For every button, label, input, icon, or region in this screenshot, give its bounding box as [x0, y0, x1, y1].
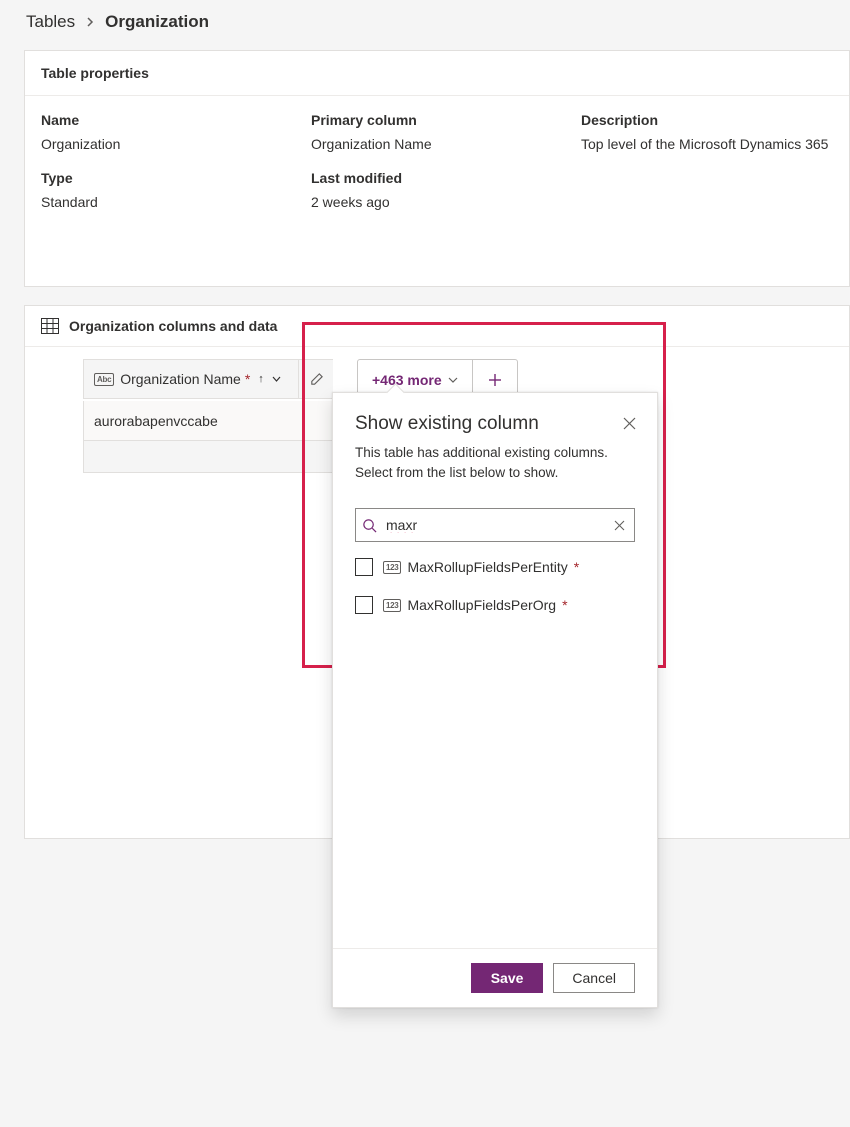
search-icon — [362, 518, 378, 533]
cancel-button[interactable]: Cancel — [553, 963, 635, 993]
breadcrumb: Tables Organization — [0, 0, 850, 44]
prop-modified-value: 2 weeks ago — [311, 194, 581, 210]
prop-primary-value: Organization Name — [311, 136, 581, 152]
checkbox[interactable] — [355, 558, 373, 576]
sort-ascending-icon: ↑ — [258, 373, 264, 385]
search-input-container[interactable] — [355, 508, 635, 542]
edit-column-button[interactable] — [299, 359, 333, 399]
popover-title: Show existing column — [355, 413, 635, 435]
prop-name-value: Organization — [41, 136, 311, 152]
option-label: MaxRollupFieldsPerOrg — [407, 597, 556, 613]
prop-type-value: Standard — [41, 194, 311, 210]
prop-type-label: Type — [41, 170, 311, 186]
table-grid-icon — [41, 318, 59, 334]
table-properties-header: Table properties — [25, 51, 849, 96]
table-row[interactable]: aurorabapenvccabe — [83, 401, 333, 441]
breadcrumb-root-link[interactable]: Tables — [26, 12, 75, 32]
prop-description-value: Top level of the Microsoft Dynamics 365 … — [581, 136, 833, 152]
column-header-label: Organization Name — [120, 371, 241, 387]
text-type-icon: Abc — [94, 373, 114, 386]
more-columns-label: +463 more — [372, 372, 442, 388]
column-option-maxrollupfieldsperorg[interactable]: 123 MaxRollupFieldsPerOrg * — [333, 586, 657, 624]
columns-data-header: Organization columns and data — [69, 318, 277, 334]
breadcrumb-current: Organization — [105, 12, 209, 32]
close-button[interactable] — [617, 411, 641, 435]
chevron-right-icon — [85, 16, 95, 30]
clear-search-button[interactable] — [610, 520, 628, 531]
chevron-down-icon[interactable] — [272, 374, 281, 384]
required-asterisk: * — [574, 559, 579, 575]
column-header-organization-name[interactable]: Abc Organization Name * ↑ — [83, 359, 299, 399]
popover-subtitle: This table has additional existing colum… — [355, 443, 635, 482]
prop-primary-label: Primary column — [311, 112, 581, 128]
prop-modified-label: Last modified — [311, 170, 581, 186]
prop-description-label: Description — [581, 112, 833, 128]
save-button[interactable]: Save — [471, 963, 544, 993]
column-option-maxrollupfieldsperentity[interactable]: 123 MaxRollupFieldsPerEntity * — [333, 548, 657, 586]
table-properties-panel: Table properties Name Organization Type … — [24, 50, 850, 287]
required-asterisk: * — [562, 597, 567, 613]
number-type-icon: 123 — [383, 599, 401, 612]
required-asterisk: * — [245, 371, 250, 387]
chevron-down-icon — [448, 375, 458, 386]
show-existing-column-popover: Show existing column This table has addi… — [332, 392, 658, 1008]
checkbox[interactable] — [355, 596, 373, 614]
search-input[interactable] — [384, 516, 604, 534]
number-type-icon: 123 — [383, 561, 401, 574]
table-row-empty[interactable] — [83, 441, 333, 473]
prop-name-label: Name — [41, 112, 311, 128]
cell-organization-name: aurorabapenvccabe — [94, 413, 218, 429]
option-label: MaxRollupFieldsPerEntity — [407, 559, 567, 575]
